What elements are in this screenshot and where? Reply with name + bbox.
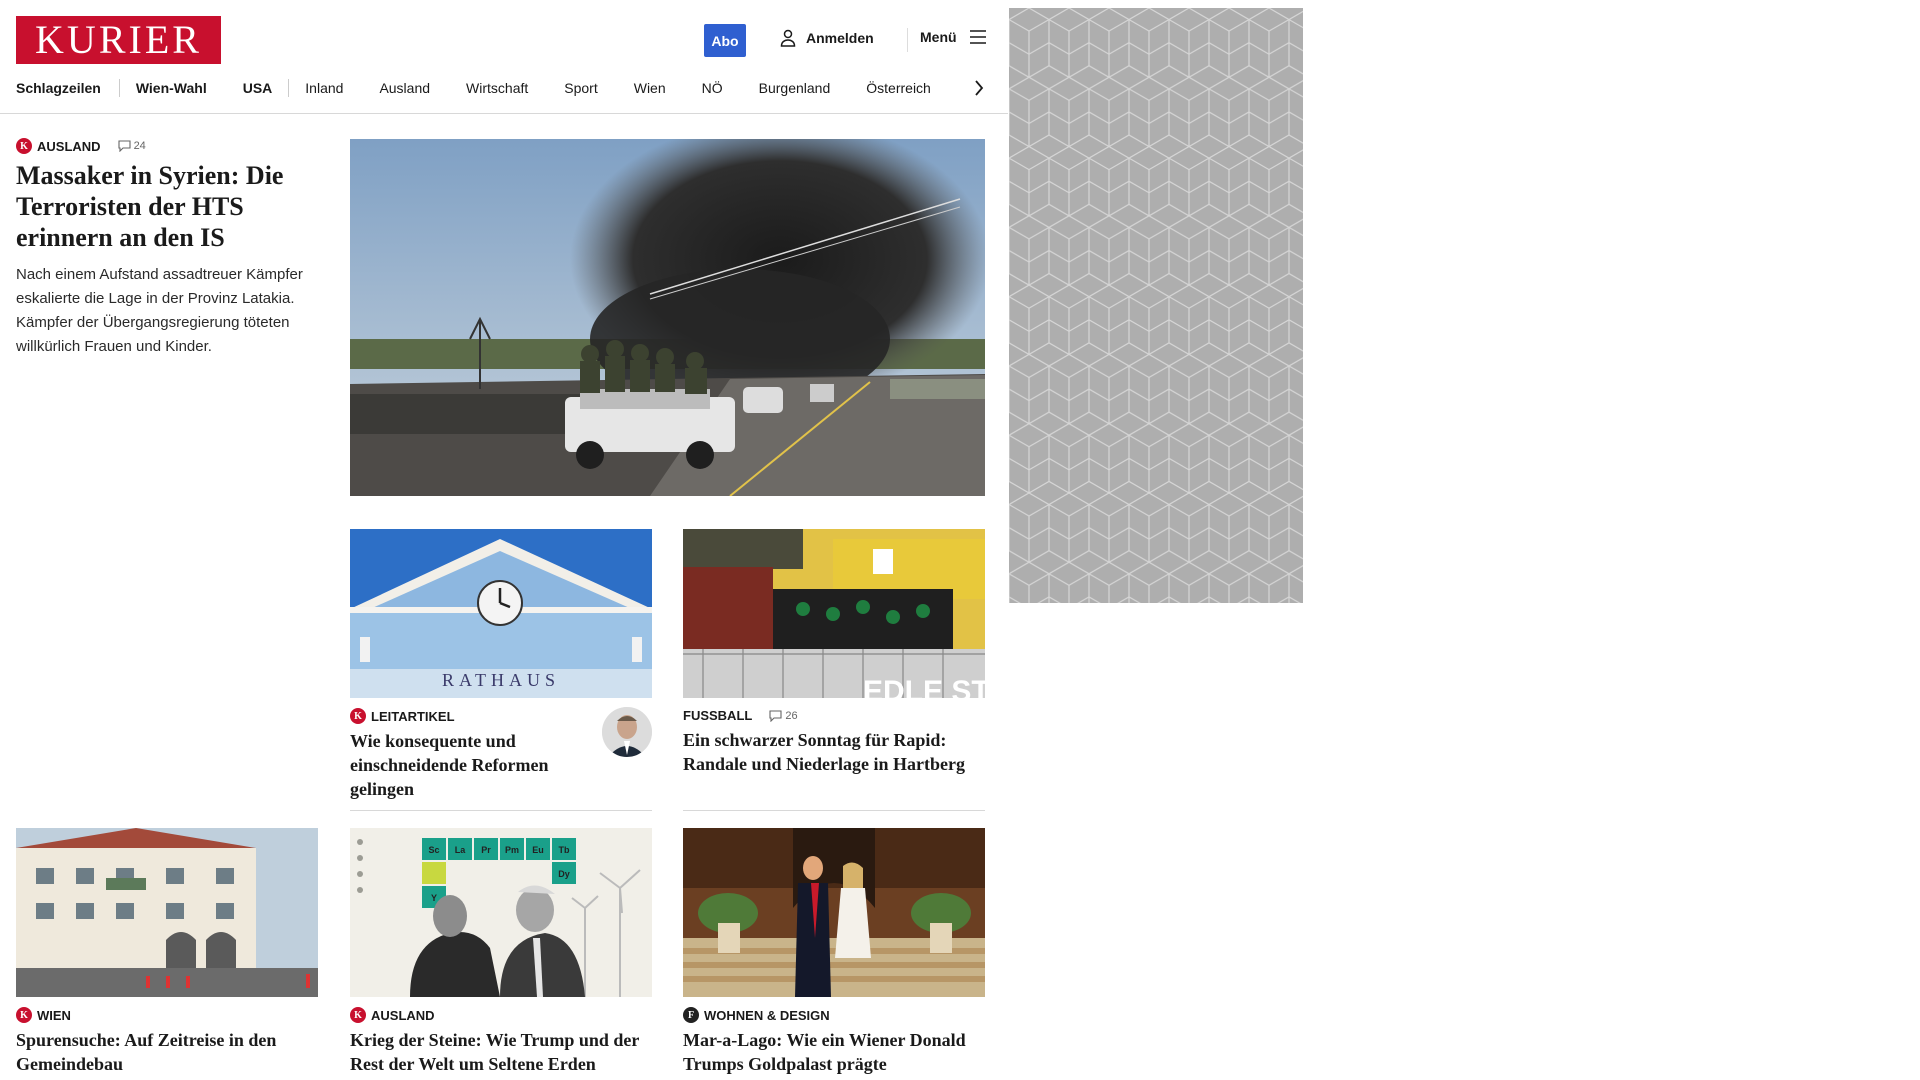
nav-item-oesterreich[interactable]: Österreich [866,80,931,96]
user-icon [780,29,796,47]
card-comment-count: 26 [785,709,798,722]
comment-icon [769,709,782,722]
element-tile: Pm [505,845,519,855]
chevron-right-icon [975,80,984,96]
card-headline[interactable]: Spurensuche: Auf Zeitreise in den Gemein… [16,1028,318,1076]
card-headline[interactable]: Ein schwarzer Sonntag für Rapid: Randale… [683,728,985,776]
card-category: K AUSLAND [350,1007,652,1023]
article-image[interactable]: EDLE ST [683,529,985,698]
site-header: KURIER Abo Anmelden Menü Schlagzeilen Wi… [0,0,1008,114]
card-category-label[interactable]: AUSLAND [371,1008,435,1023]
nav-item-usa[interactable]: USA [243,80,273,96]
kurier-k-icon: K [350,708,366,724]
nav-item-inland[interactable]: Inland [305,80,343,96]
lead-category-label[interactable]: AUSLAND [37,139,101,154]
card-divider [683,810,985,811]
nav-divider [118,79,120,97]
lead-article[interactable]: K AUSLAND 24 Massaker in Syrien: Die Ter… [16,138,321,359]
card-category: K WIEN [16,1007,318,1023]
element-tile: La [455,845,466,855]
element-tile: Y [431,893,437,903]
article-card-ausland[interactable]: Sc La Pr Pm Eu Tb Y Dy K AUSLAND Krieg d… [350,828,652,1080]
element-tile: Sc [428,845,439,855]
nav-item-ausland[interactable]: Ausland [379,80,430,96]
author-photo [602,707,652,757]
article-card-fussball[interactable]: EDLE ST FUSSBALL 26 Ein schwarzer Sonnta… [683,529,985,811]
card-category-label[interactable]: WIEN [37,1008,71,1023]
wohnen-icon: f [683,1007,699,1023]
nav-item-wien[interactable]: Wien [634,80,666,96]
card-category: FUSSBALL 26 [683,708,985,723]
element-tile: Pr [481,845,491,855]
header-divider-line [0,113,1008,114]
card-headline[interactable]: Mar-a-Lago: Wie ein Wiener Donald Trumps… [683,1028,985,1076]
kurier-logo[interactable]: KURIER [16,16,221,64]
card-comments[interactable]: 26 [769,709,798,722]
article-image[interactable] [683,828,985,997]
kurier-k-icon: K [16,138,32,154]
login-label: Anmelden [806,30,874,46]
rathaus-sign: RATHAUS [442,670,560,690]
menu-label: Menü [920,29,957,45]
card-headline[interactable]: Krieg der Steine: Wie Trump und der Rest… [350,1028,652,1080]
nav-item-burgenland[interactable]: Burgenland [759,80,831,96]
abo-button[interactable]: Abo [704,24,746,57]
menu-button[interactable]: Menü [920,29,987,45]
mar-a-lago-photo [683,828,985,997]
stadium-banner: EDLE ST [863,675,985,698]
comment-icon [118,140,131,152]
rathaus-photo: RATHAUS [350,529,652,698]
hamburger-icon [969,30,986,44]
author-avatar[interactable] [602,707,652,757]
lead-comment-count: 24 [133,140,146,152]
lead-teaser: Nach einem Aufstand assadtreuer Kämpfer … [16,266,303,355]
card-headline[interactable]: Wie konsequente und einschneidende Refor… [350,729,590,801]
nav-divider [288,79,290,97]
nav-item-schlagzeilen[interactable]: Schlagzeilen [16,80,101,96]
header-divider [907,28,908,52]
lead-category: K AUSLAND 24 [16,138,321,154]
element-tile: Eu [532,845,544,855]
lead-headline[interactable]: Massaker in Syrien: Die Terroristen der … [16,160,321,253]
article-image[interactable]: Sc La Pr Pm Eu Tb Y Dy [350,828,652,997]
kurier-k-icon: K [16,1007,32,1023]
card-divider [350,810,652,811]
advertisement[interactable] [1009,8,1303,603]
article-card-wien[interactable]: K WIEN Spurensuche: Auf Zeitreise in den… [16,828,318,1076]
rare-earths-photo: Sc La Pr Pm Eu Tb Y Dy [350,828,652,997]
lead-image[interactable] [350,139,985,496]
article-card-leitartikel[interactable]: RATHAUS K LEITARTIKEL Wie konsequente un… [350,529,652,811]
login-button[interactable]: Anmelden [780,29,874,47]
element-tile: Dy [558,869,570,879]
stadium-photo: EDLE ST [683,529,985,698]
card-category-label[interactable]: FUSSBALL [683,708,752,723]
article-image[interactable] [16,828,318,997]
nav-item-wien-wahl[interactable]: Wien-Wahl [136,80,207,96]
card-category-label[interactable]: LEITARTIKEL [371,709,455,724]
lead-comments[interactable]: 24 [118,140,146,152]
ad-pattern [1009,8,1303,603]
nav-item-wirtschaft[interactable]: Wirtschaft [466,80,528,96]
nav-item-sport[interactable]: Sport [564,80,597,96]
article-image[interactable]: RATHAUS [350,529,652,698]
gemeindebau-photo [16,828,318,997]
article-card-wohnen-design[interactable]: f WOHNEN & DESIGN Mar-a-Lago: Wie ein Wi… [683,828,985,1076]
card-category: f WOHNEN & DESIGN [683,1007,985,1023]
section-nav: Schlagzeilen Wien-Wahl USA Inland Auslan… [16,76,984,100]
lead-photo [350,139,985,496]
element-tile: Tb [559,845,570,855]
kurier-k-icon: K [350,1007,366,1023]
nav-item-noe[interactable]: NÖ [702,80,723,96]
nav-scroll-right-button[interactable] [968,77,990,99]
card-category-label[interactable]: WOHNEN & DESIGN [704,1008,830,1023]
